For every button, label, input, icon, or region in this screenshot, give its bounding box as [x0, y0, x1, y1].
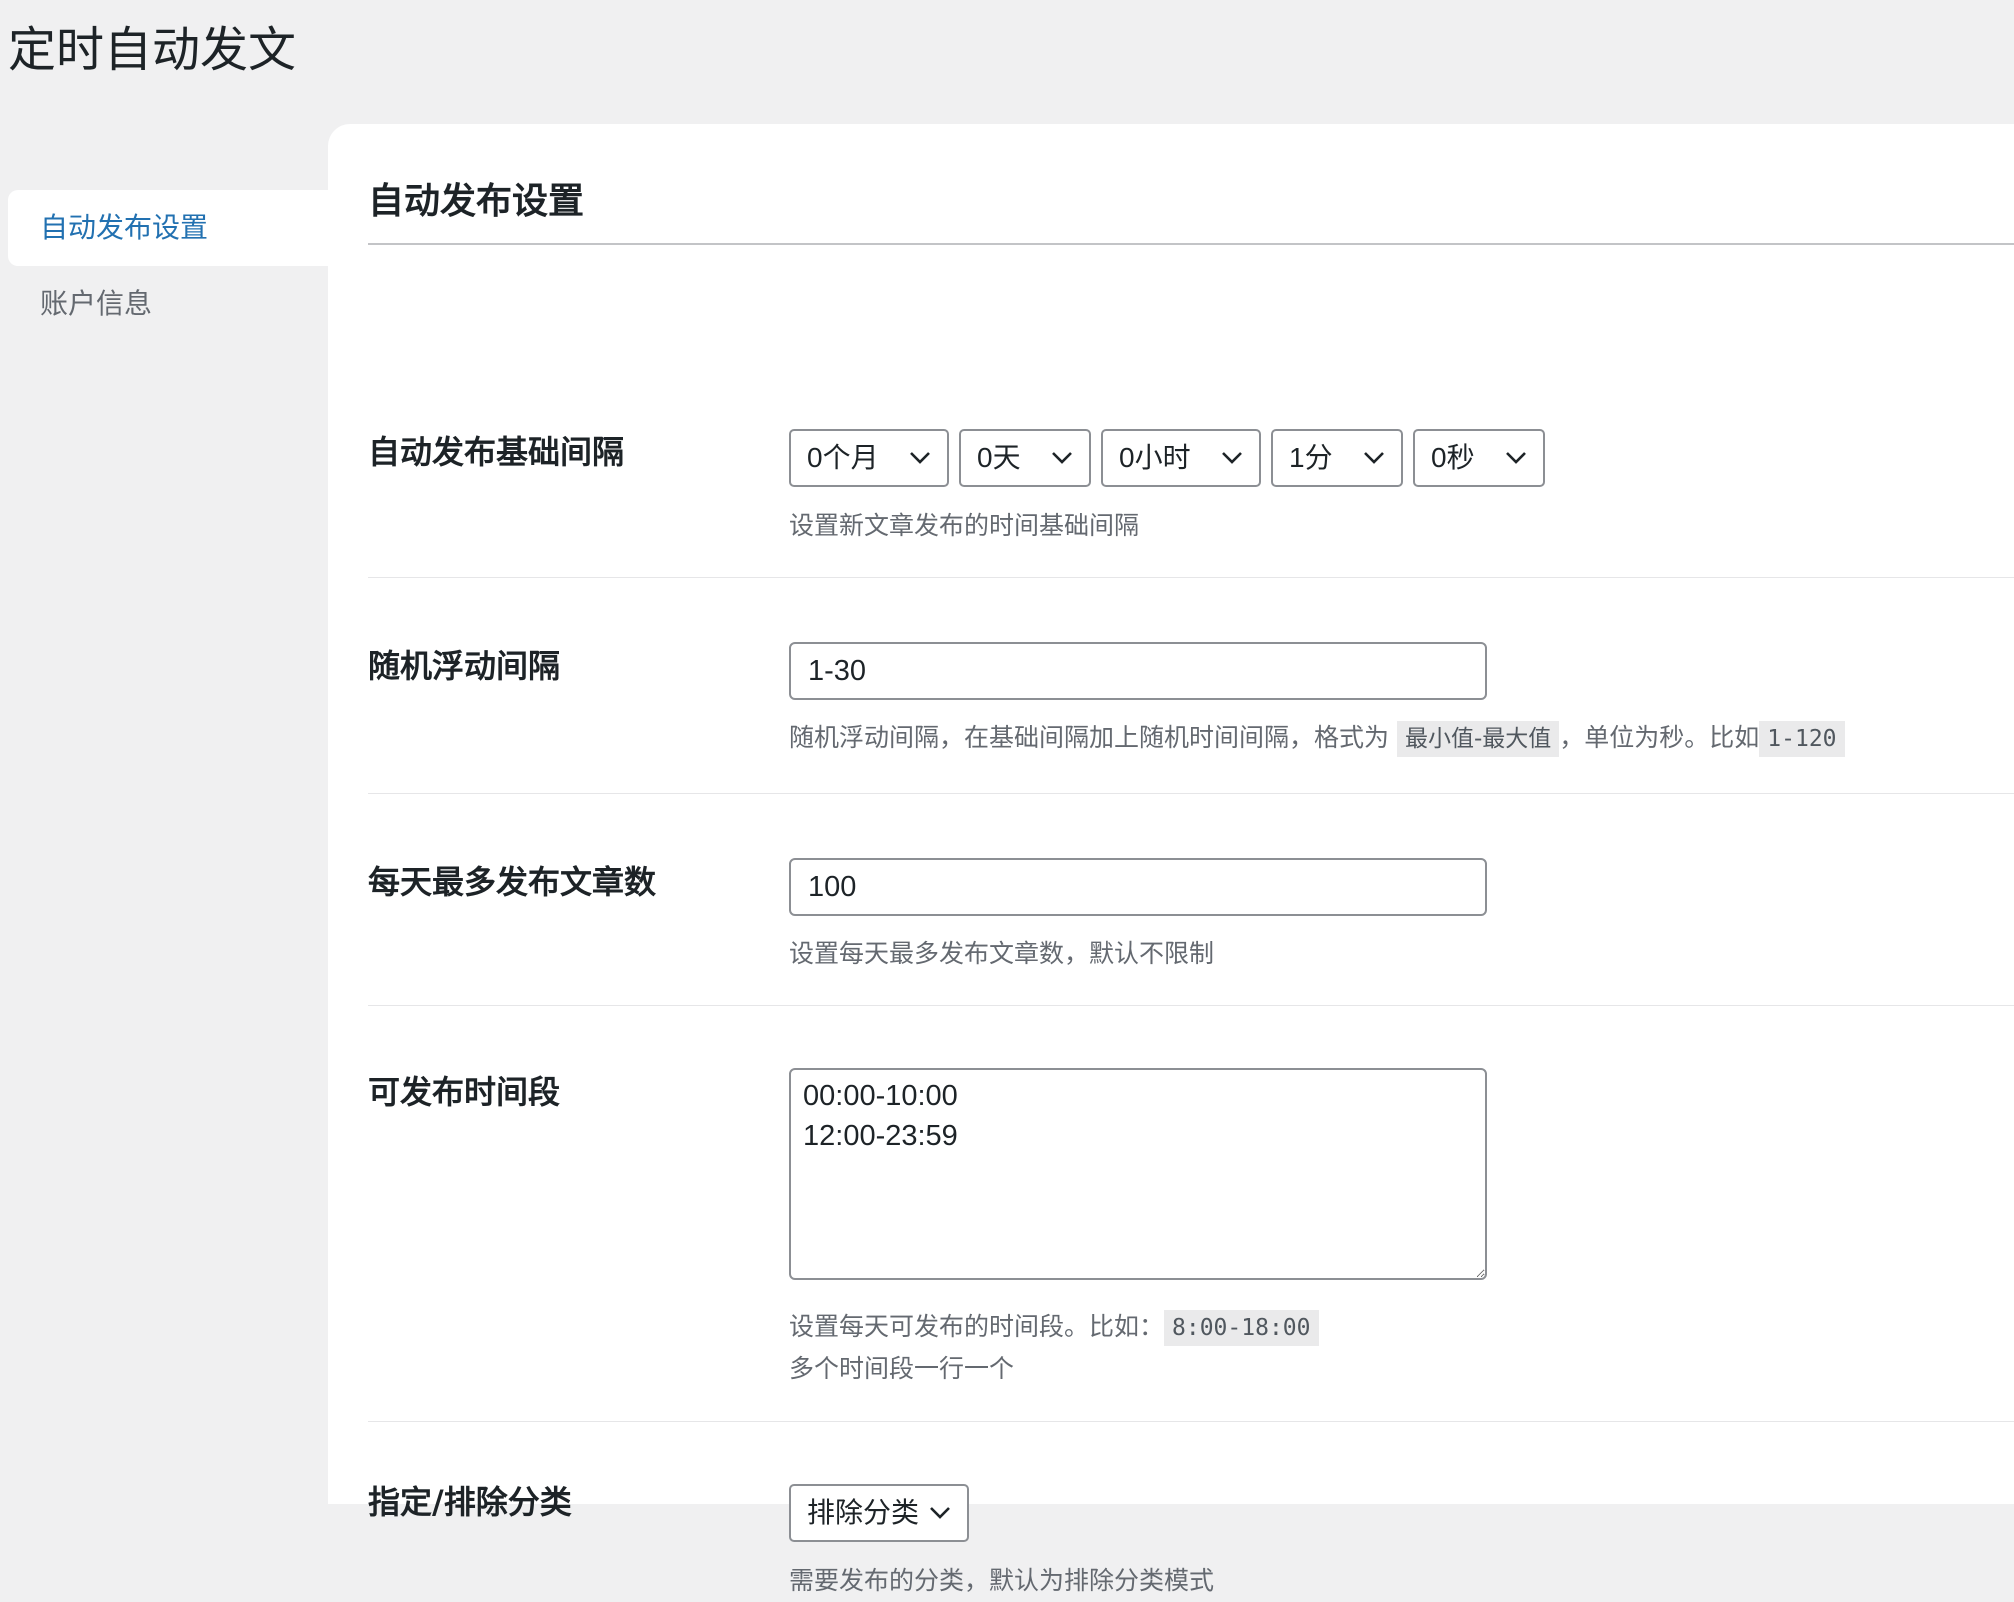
sidebar-item-auto-publish-settings[interactable]: 自动发布设置	[8, 190, 328, 266]
daily-max-input[interactable]	[789, 858, 1487, 916]
time-range-example-code: 8:00-18:00	[1164, 1310, 1319, 1346]
base-interval-selects: 0个月 0天 0小时 1分 0秒	[789, 429, 1555, 487]
minute-select-value: 1分	[1289, 442, 1333, 473]
random-interval-row: 随机浮动间隔 随机浮动间隔，在基础间隔加上随机时间间隔，格式为 最小值-最大值，…	[368, 578, 2014, 794]
daily-max-field	[789, 858, 1487, 916]
time-ranges-description-line2: 多个时间段一行一个	[789, 1354, 1015, 1383]
month-select[interactable]: 0个月	[789, 429, 949, 487]
day-select-value: 0天	[977, 442, 1021, 473]
category-label: 指定/排除分类	[368, 1483, 572, 1521]
base-interval-row: 自动发布基础间隔 0个月 0天 0小时 1分 0秒 设置新文章发布的时间基础间隔	[368, 245, 2014, 578]
random-interval-description: 随机浮动间隔，在基础间隔加上随机时间间隔，格式为 最小值-最大值 ，单位为秒。比如…	[789, 717, 1845, 759]
day-select[interactable]: 0天	[959, 429, 1091, 487]
time-ranges-field: 00:00-10:00 12:00-23:59	[789, 1068, 1487, 1280]
time-ranges-description-text: 设置每天可发布的时间段。比如：	[789, 1312, 1165, 1341]
range-format-code: 最小值-最大值	[1396, 721, 1560, 757]
chevron-down-icon	[1506, 452, 1526, 464]
time-ranges-row: 可发布时间段 00:00-10:00 12:00-23:59 设置每天可发布的时…	[368, 1006, 2014, 1422]
chevron-down-icon	[1052, 452, 1072, 464]
section-title: 自动发布设置	[368, 181, 585, 222]
category-mode-select[interactable]: 排除分类	[789, 1484, 969, 1542]
random-interval-field	[789, 642, 1487, 700]
chevron-down-icon	[1364, 452, 1384, 464]
minute-select[interactable]: 1分	[1271, 429, 1403, 487]
base-interval-description: 设置新文章发布的时间基础间隔	[789, 511, 1140, 540]
settings-sidebar: 自动发布设置 账户信息	[8, 190, 328, 342]
time-ranges-description: 设置每天可发布的时间段。比如： 8:00-18:00	[789, 1306, 1319, 1348]
daily-max-label: 每天最多发布文章数	[368, 863, 657, 901]
month-select-value: 0个月	[807, 442, 879, 473]
hour-select[interactable]: 0小时	[1101, 429, 1261, 487]
second-select[interactable]: 0秒	[1413, 429, 1545, 487]
time-ranges-textarea[interactable]: 00:00-10:00 12:00-23:59	[789, 1068, 1487, 1280]
chevron-down-icon	[1222, 452, 1242, 464]
second-select-value: 0秒	[1431, 442, 1475, 473]
random-interval-input[interactable]	[789, 642, 1487, 700]
chevron-down-icon	[910, 452, 930, 464]
random-interval-label: 随机浮动间隔	[368, 647, 561, 685]
sidebar-item-account-info[interactable]: 账户信息	[8, 266, 328, 342]
page-title: 定时自动发文	[8, 22, 297, 78]
category-row: 指定/排除分类 排除分类 需要发布的分类，默认为排除分类模式	[368, 1422, 2014, 1595]
random-interval-description-text: 随机浮动间隔，在基础间隔加上随机时间间隔，格式为	[789, 723, 1390, 752]
category-field: 排除分类	[789, 1484, 979, 1542]
hour-select-value: 0小时	[1119, 442, 1191, 473]
time-ranges-label: 可发布时间段	[368, 1073, 561, 1111]
random-interval-example-code: 1-120	[1759, 721, 1845, 757]
category-mode-select-value: 排除分类	[807, 1497, 920, 1528]
chevron-down-icon	[930, 1507, 950, 1519]
daily-max-row: 每天最多发布文章数 设置每天最多发布文章数，默认不限制	[368, 794, 2014, 1006]
base-interval-label: 自动发布基础间隔	[368, 433, 625, 471]
random-interval-description-unit: ，单位为秒。比如	[1559, 723, 1760, 752]
daily-max-description: 设置每天最多发布文章数，默认不限制	[789, 939, 1215, 968]
category-description: 需要发布的分类，默认为排除分类模式	[789, 1566, 1215, 1595]
settings-panel: 自动发布设置 自动发布基础间隔 0个月 0天 0小时 1分 0秒 设置新文章发布…	[328, 124, 2014, 1595]
